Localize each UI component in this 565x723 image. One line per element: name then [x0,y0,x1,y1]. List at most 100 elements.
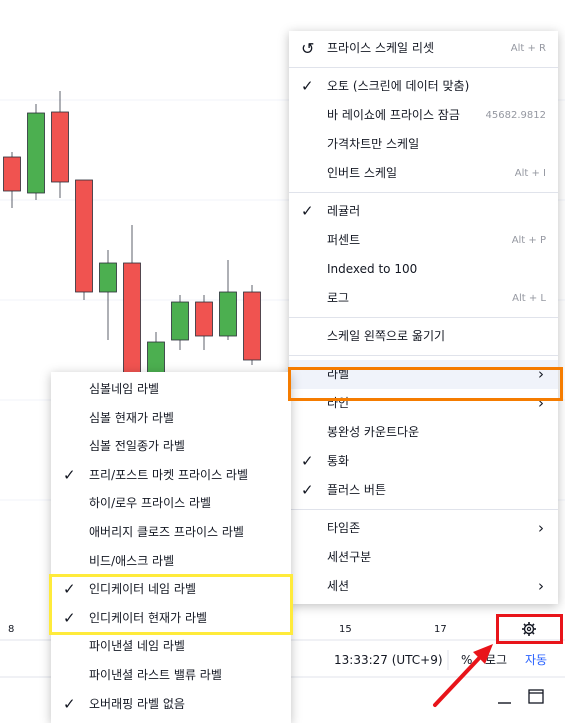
checkmark-icon: ✓ [63,580,76,599]
menu-item-label: 로그 [327,291,350,305]
menu-item-shortcut: Alt + R [510,43,546,54]
menu-item-label: 레귤러 [327,204,361,218]
checkmark-icon: ✓ [301,481,314,499]
checkmark-icon: ✓ [301,452,314,470]
candle-body [219,291,237,337]
chevron-right-icon: › [538,365,544,383]
menu-item-label: 세션구분 [327,550,372,564]
scale-menu-item-plus-button[interactable]: ✓ 플러스 버튼 [289,476,558,505]
checkmark-icon: ✓ [63,608,76,627]
menu-item-label: 심볼네임 라벨 [89,382,160,396]
menu-item-label: 하이/로우 프라이스 라벨 [89,496,212,511]
auto-toggle[interactable]: 자동 [525,653,547,667]
menu-item-label: 라벨 [327,367,350,381]
menu-separator [289,355,558,356]
menu-item-label: 통화 [327,454,350,468]
scale-menu-item-reset[interactable]: ↺ 프라이스 스케일 리셋 Alt + R [289,34,558,63]
scale-menu-item-labels[interactable]: 라벨 › [289,360,558,389]
labels-submenu-item[interactable]: ✓ 인디케이터 현재가 라벨 [51,604,291,633]
candle-body [123,262,141,376]
time-axis-label: 15 [339,624,352,635]
menu-item-label: 스케일 왼쪽으로 옮기기 [327,329,446,343]
scale-menu-item-lines[interactable]: 라인 › [289,389,558,418]
menu-item-shortcut: Alt + L [512,293,546,304]
scale-menu-item-timezone[interactable]: 타임존 › [289,514,558,543]
menu-item-label: 프라이스 스케일 리셋 [327,41,434,55]
menu-item-shortcut: Alt + P [511,235,546,246]
labels-submenu-item[interactable]: ✓ 인디케이터 네임 라벨 [51,575,291,604]
time-axis-label: 17 [434,624,447,635]
menu-item-label: 인버트 스케일 [327,166,398,180]
scale-menu-item-regular[interactable]: ✓ 레귤러 [289,197,558,226]
scale-menu-item-indexed[interactable]: Indexed to 100 [289,255,558,284]
menu-item-label: 인디케이터 현재가 라벨 [89,610,208,625]
scale-menu-item-currency[interactable]: ✓ 통화 [289,447,558,476]
menu-item-shortcut: Alt + I [514,168,546,179]
candle-body [3,156,21,192]
labels-submenu-item[interactable]: 비드/애스크 라벨 [51,547,291,576]
menu-item-label: 프리/포스트 마켓 프라이스 라벨 [89,467,249,482]
menu-item-label: 심볼 현재가 라벨 [89,410,174,425]
candle-body [51,111,69,183]
labels-submenu-item[interactable]: ✓ 프리/포스트 마켓 프라이스 라벨 [51,461,291,490]
scale-menu-item-price-only[interactable]: 가격차트만 스케일 [289,130,558,159]
labels-submenu-item[interactable]: ✓ 오버래핑 라벨 없음 [51,690,291,719]
candle-body [195,301,213,337]
labels-submenu-item[interactable]: 심볼네임 라벨 [51,375,291,404]
maximize-icon[interactable] [528,689,544,704]
labels-submenu-item[interactable]: 애버리지 클로즈 프라이스 라벨 [51,518,291,547]
menu-item-label: 퍼센트 [327,233,361,247]
menu-item-label: 파이낸셜 네임 라벨 [89,639,185,654]
menu-item-shortcut: 45682.9812 [485,110,546,121]
scale-menu-item-log[interactable]: 로그 Alt + L [289,284,558,313]
annotation-arrow [433,644,493,707]
chevron-right-icon: › [538,519,544,537]
scale-menu-item-auto[interactable]: ✓ 오토 (스크린에 데이터 맞춤) [289,72,558,101]
scale-menu-item-invert[interactable]: 인버트 스케일 Alt + I [289,159,558,188]
checkmark-icon: ✓ [63,465,76,484]
checkmark-icon: ✓ [63,694,76,713]
chevron-right-icon: › [538,394,544,412]
candle-body [75,179,93,293]
labels-submenu-item[interactable]: 파이낸셜 네임 라벨 [51,632,291,661]
menu-separator [289,317,558,318]
menu-item-label: 인디케이터 네임 라벨 [89,582,196,597]
checkmark-icon: ✓ [301,202,314,220]
menu-item-label: 타임존 [327,521,361,535]
menu-item-label: 세션 [327,579,350,593]
candle-body [27,112,45,194]
chevron-right-icon: › [538,577,544,595]
labels-submenu-item[interactable]: 하이/로우 프라이스 라벨 [51,489,291,518]
labels-submenu: 심볼네임 라벨심볼 현재가 라벨심볼 전일종가 라벨 ✓ 프리/포스트 마켓 프라이… [51,372,291,723]
menu-item-label: 가격차트만 스케일 [327,137,420,151]
candle-body [99,262,117,293]
menu-item-label: 봉완성 카운트다운 [327,425,420,439]
menu-separator [289,67,558,68]
menu-item-label: 비드/애스크 라벨 [89,553,175,568]
menu-separator [289,509,558,510]
scale-menu-item-lock-ratio[interactable]: 바 레이쇼에 프라이스 잠금 45682.9812 [289,101,558,130]
labels-submenu-item[interactable]: 심볼 현재가 라벨 [51,404,291,433]
menu-item-label: 오버래핑 라벨 없음 [89,696,185,711]
scale-menu-item-percent[interactable]: 퍼센트 Alt + P [289,226,558,255]
menu-item-label: 플러스 버튼 [327,483,387,497]
checkmark-icon: ✓ [301,77,314,95]
gear-icon[interactable] [522,622,536,636]
time-axis-label: 8 [8,624,14,635]
menu-item-label: Indexed to 100 [327,262,418,276]
menu-item-label: 애버리지 클로즈 프라이스 라벨 [89,524,244,539]
menu-item-label: 파이낸셜 라스트 밸류 라벨 [89,667,222,682]
labels-submenu-item[interactable]: 심볼 전일종가 라벨 [51,432,291,461]
menu-item-label: 라인 [327,396,350,410]
scale-menu-item-session[interactable]: 세션 › [289,572,558,601]
reset-icon: ↺ [301,39,315,58]
candle-body [171,301,189,341]
candle-body [243,291,261,361]
menu-separator [289,192,558,193]
labels-submenu-item[interactable]: 파이낸셜 라스트 밸류 라벨 [51,661,291,690]
scale-menu-item-countdown[interactable]: 봉완성 카운트다운 [289,418,558,447]
menu-item-label: 바 레이쇼에 프라이스 잠금 [327,108,460,122]
scale-menu-item-session-breaks[interactable]: 세션구분 [289,543,558,572]
scale-menu-item-move-left[interactable]: 스케일 왼쪽으로 옮기기 [289,322,558,351]
candles-layer [3,91,261,380]
